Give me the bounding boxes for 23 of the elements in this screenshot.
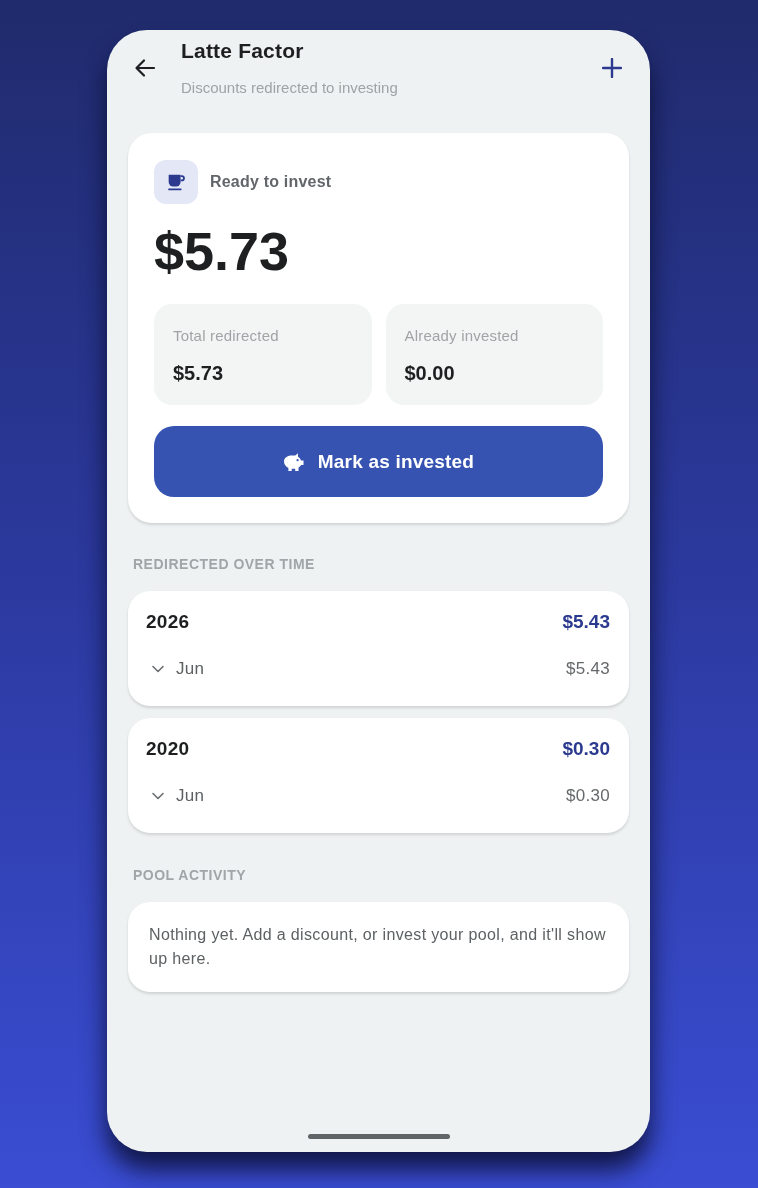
- month-amount: $0.30: [565, 786, 610, 806]
- stat-value: $5.73: [173, 361, 224, 386]
- year-label: 2026: [146, 611, 190, 633]
- stat-label: Total redirected: [173, 326, 279, 346]
- month-amount: $5.43: [565, 659, 610, 679]
- empty-message: Nothing yet. Add a discount, or invest your pool, and it'll show up here.: [149, 925, 607, 969]
- month-label: Jun: [176, 659, 205, 679]
- month-label: Jun: [176, 786, 205, 806]
- pool-label: Ready to invest: [210, 173, 332, 191]
- stat-label: Already invested: [404, 326, 519, 346]
- year-total: $0.30: [562, 738, 610, 760]
- section-heading: POOL ACTIVITY: [133, 866, 247, 884]
- piggy-bank-icon: [282, 451, 305, 472]
- cup-icon: [154, 160, 198, 204]
- page-subtitle: Discounts redirected to investing: [181, 78, 398, 98]
- stat-value: $0.00: [404, 361, 455, 386]
- mark-invested-button[interactable]: Mark as invested: [154, 426, 603, 497]
- page-title: Latte Factor: [181, 38, 304, 64]
- year-label: 2020: [146, 738, 190, 760]
- section-heading: REDIRECTED OVER TIME: [133, 555, 315, 573]
- year-total: $5.43: [562, 611, 610, 633]
- pool-amount: $5.73: [154, 222, 290, 280]
- add-icon[interactable]: [602, 58, 622, 78]
